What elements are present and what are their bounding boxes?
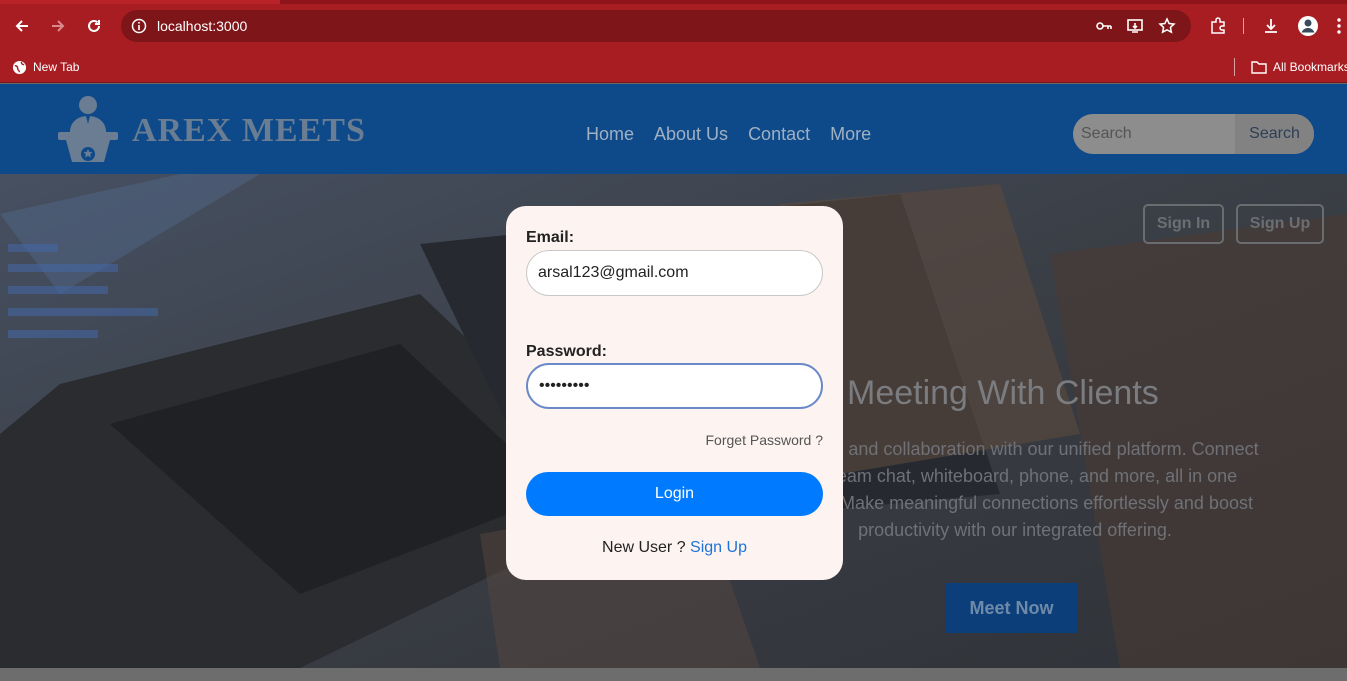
hero-title: Meeting With Clients: [847, 374, 1159, 412]
new-user-prompt: New User ? Sign Up: [506, 539, 843, 557]
nav-about-us[interactable]: About Us: [654, 124, 728, 145]
login-button[interactable]: Login: [526, 472, 823, 516]
site-search: Search: [1073, 114, 1314, 154]
login-modal: Email: Password: Forget Password ? Login…: [506, 206, 843, 580]
globe-icon: [12, 60, 27, 74]
speaker-podium-icon: [58, 96, 118, 162]
nav-home[interactable]: Home: [586, 124, 634, 145]
brand-name[interactable]: AREX MEETS: [132, 112, 366, 150]
bookmark-new-tab[interactable]: New Tab: [12, 56, 79, 78]
tab-strip: [0, 0, 1347, 4]
main-nav: Home About Us Contact More: [586, 124, 871, 145]
forgot-password-link[interactable]: Forget Password ?: [706, 432, 824, 448]
signup-link[interactable]: Sign Up: [690, 539, 747, 556]
extensions-icon[interactable]: [1205, 13, 1231, 39]
password-field[interactable]: [526, 363, 823, 409]
nav-more[interactable]: More: [830, 124, 871, 145]
email-field[interactable]: [526, 250, 823, 296]
bookmarks-bar: New Tab All Bookmarks: [0, 52, 1347, 83]
password-key-icon[interactable]: [1093, 15, 1115, 37]
back-icon[interactable]: [9, 13, 35, 39]
browser-toolbar: localhost:3000: [0, 0, 1347, 52]
bookmark-star-icon[interactable]: [1156, 15, 1178, 37]
search-input[interactable]: [1073, 114, 1235, 154]
forward-icon[interactable]: [45, 13, 71, 39]
all-bookmarks[interactable]: All Bookmarks: [1251, 56, 1347, 78]
password-label: Password:: [526, 343, 607, 360]
email-label: Email:: [526, 229, 575, 246]
bookmark-label: New Tab: [33, 60, 80, 74]
new-user-text: New User ?: [602, 539, 686, 556]
address-bar[interactable]: localhost:3000: [121, 10, 1191, 42]
bookmark-divider: [1234, 58, 1235, 76]
meet-now-button[interactable]: Meet Now: [945, 583, 1078, 633]
site-info-icon[interactable]: [128, 15, 150, 37]
search-button[interactable]: Search: [1235, 114, 1314, 154]
url-text: localhost:3000: [157, 18, 248, 34]
folder-icon: [1251, 61, 1267, 74]
downloads-icon[interactable]: [1258, 13, 1284, 39]
page-footer-strip: [0, 668, 1347, 681]
toolbar-divider: [1243, 18, 1244, 34]
all-bookmarks-label: All Bookmarks: [1273, 60, 1347, 74]
profile-avatar[interactable]: [1295, 13, 1321, 39]
site-header: AREX MEETS Home About Us Contact More Se…: [0, 84, 1347, 174]
sign-up-button[interactable]: Sign Up: [1236, 204, 1324, 244]
reload-icon[interactable]: [81, 13, 107, 39]
sign-in-button[interactable]: Sign In: [1143, 204, 1224, 244]
nav-contact[interactable]: Contact: [748, 124, 810, 145]
menu-icon[interactable]: [1330, 13, 1347, 39]
active-tab[interactable]: [0, 0, 280, 4]
install-app-icon[interactable]: [1124, 15, 1146, 37]
